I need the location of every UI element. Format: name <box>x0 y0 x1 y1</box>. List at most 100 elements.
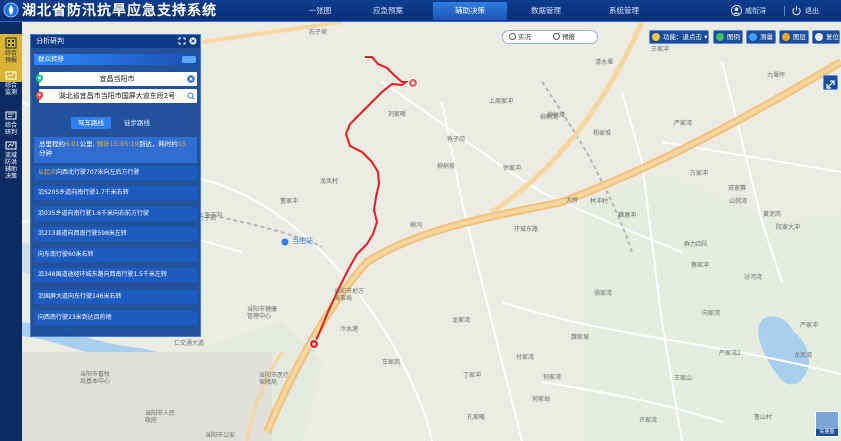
route-step[interactable]: 沿S205乡道向南行驶1.7千米右转 <box>34 186 197 200</box>
map-label: 双家赛 <box>728 185 747 192</box>
map-label: 严家湾 <box>674 120 693 127</box>
route-step-text: 向东南行驶60米右转 <box>38 251 94 258</box>
map-label: 当阳市人民政府 <box>145 410 176 424</box>
analysis-icon <box>5 111 17 120</box>
logout-button[interactable]: 退出 <box>805 3 819 19</box>
map-label: 王家山 <box>674 375 693 382</box>
map-label: 付家湾 <box>516 354 535 361</box>
destination-value: 湖北省宜昌市当阳市国屏大道东段2号 <box>58 92 176 100</box>
destination-field[interactable]: 湖北省宜昌市当阳市国屏大道东段2号 <box>35 89 197 103</box>
map-label: 孔家畈 <box>467 414 486 421</box>
power-icon[interactable] <box>791 5 802 16</box>
top-header: 湖北省防汛抗旱应急支持系统 一张图 应急预案 辅助决策 数据管理 系统管理 威衔… <box>0 0 841 22</box>
map-label: 骆家湾 <box>594 290 613 297</box>
sidebar-item-decision[interactable]: 流域防洪辅助决策 <box>0 138 22 204</box>
map-label: 蔡家冲 <box>691 262 710 269</box>
basemap-label: 矢量图 <box>816 429 838 436</box>
legend-icon <box>716 33 724 41</box>
map-label: 严家冲 <box>800 322 819 329</box>
section-header: 群众转移 <box>34 54 199 65</box>
measure-label: 测量 <box>760 33 773 41</box>
map-label: 藕塘冲 <box>618 212 637 219</box>
map-label: 丁家冲 <box>463 372 482 379</box>
tab-data-management[interactable]: 数据管理 <box>520 2 572 20</box>
route-step[interactable]: 向东南行驶60米右转 <box>34 248 197 262</box>
route-step-text: 沿S205乡道向南行驶1.7千米右转 <box>38 189 129 196</box>
radio-live[interactable]: 实况 <box>509 33 531 42</box>
route-step[interactable]: 向西南行驶23米到达目的地 <box>34 311 197 325</box>
summary-eta: 预计15:05:19 <box>96 140 139 148</box>
analysis-panel: 分析研判 群众转移 宜昌当阳市 湖北省宜昌市当阳市国屏大道东段2号 驾车路线 徒… <box>30 34 201 337</box>
map-label: 刘家畈 <box>388 111 407 118</box>
tab-decision-support[interactable]: 辅助决策 <box>433 2 507 20</box>
sidebar-item-label: 综合研判 <box>4 122 17 136</box>
expand-icon[interactable] <box>178 37 186 45</box>
map-label: 董家冲 <box>280 198 299 205</box>
tab-map-overview[interactable]: 一张图 <box>300 2 340 20</box>
radio-label: 预报 <box>562 33 575 41</box>
function-select-button[interactable]: 功能：退点击 ▾ <box>649 30 709 44</box>
route-step[interactable]: 沿035乡道向南行驶1.6千米向右前方行驶 <box>34 207 197 221</box>
radio-label: 实况 <box>518 33 531 41</box>
map-label: 龙凤村 <box>320 178 339 185</box>
user-name[interactable]: 威衔浔 <box>745 3 766 19</box>
route-step-text: 沿348国道途经环城东路向西南行驶1.5千米左转 <box>38 271 167 278</box>
route-step[interactable]: 沿348国道途经环城东路向西南行驶1.5千米左转 <box>34 268 197 282</box>
monitor-icon <box>5 71 17 80</box>
reset-button[interactable]: 复位 <box>812 30 840 44</box>
tab-walking-route[interactable]: 徒步路线 <box>117 117 157 129</box>
map-label: 龙凤湾 <box>794 352 813 359</box>
header-divider <box>784 6 785 16</box>
search-icon[interactable] <box>187 92 195 100</box>
function-icon <box>652 33 660 41</box>
route-step-text: 向西南行驶23米到达目的地 <box>38 314 112 321</box>
map-label: 冷水港 <box>340 326 359 333</box>
route-step[interactable]: 从起点向西北行驶707米向左后方行驶 <box>34 166 197 180</box>
close-icon[interactable] <box>189 37 197 45</box>
radio-forecast[interactable]: 预报 <box>553 33 575 42</box>
radio-icon <box>553 33 560 40</box>
map-label: 石子坡 <box>309 29 328 36</box>
route-step-text: 沿035乡道向南行驶1.6千米向右前方行驶 <box>38 210 149 217</box>
tab-emergency-plan[interactable]: 应急预案 <box>362 2 414 20</box>
map-label: 当阳市公安 <box>205 432 236 439</box>
map-label: 林冲村 <box>590 198 609 205</box>
layers-button[interactable]: 图层 <box>779 30 809 44</box>
map-label: 鲁山村 <box>754 414 773 421</box>
section-title: 群众转移 <box>38 55 64 63</box>
route-step-text: 沿213县道向西南行驶598米左转 <box>38 230 127 237</box>
decision-icon <box>5 141 17 150</box>
map-label: 王家冲 <box>651 46 670 53</box>
tab-system-management[interactable]: 系统管理 <box>598 2 650 20</box>
route-step[interactable]: 沿213县道向西南行驶598米左转 <box>34 227 197 241</box>
map-label: 向家湾 <box>702 310 721 317</box>
summary-prefix: 总里程约 <box>39 140 65 148</box>
radio-icon <box>509 33 516 40</box>
map-label: 徐家冲 <box>503 165 522 172</box>
map-label: 柳树垭 <box>547 112 566 119</box>
ruler-icon <box>749 33 757 41</box>
sidebar-item-label: 综合监测 <box>4 82 17 96</box>
clear-icon[interactable] <box>187 75 195 83</box>
origin-field[interactable]: 宜昌当阳市 <box>35 72 197 86</box>
basemap-switcher[interactable]: 矢量图 <box>815 411 839 437</box>
route-step[interactable]: 沿国屏大道向东行驶146米右转 <box>34 290 197 304</box>
legend-button[interactable]: 图例 <box>713 30 743 44</box>
sidebar-item-label: 流域防洪辅助决策 <box>4 152 17 180</box>
measure-button[interactable]: 测量 <box>746 30 776 44</box>
logo-icon <box>3 2 19 18</box>
map-label: 汾河湾 <box>744 274 763 281</box>
map-label: 方家冲 <box>690 170 709 177</box>
map-label: 车家岗 <box>382 359 401 366</box>
map-label: 当阳市地方海事局 <box>334 288 365 302</box>
section-toggle[interactable] <box>182 56 196 63</box>
layers-icon <box>782 33 790 41</box>
tab-driving-route[interactable]: 驾车路线 <box>71 117 111 129</box>
summary-distance: 6.01 <box>65 140 80 148</box>
legend-label: 图例 <box>727 33 740 41</box>
map-label: 当阳市医疗保障局 <box>259 372 290 386</box>
map-label: 杨家堆 <box>593 130 612 137</box>
fullscreen-button[interactable] <box>823 75 838 90</box>
user-icon[interactable] <box>731 5 742 16</box>
map-label-station: 当阳站 <box>292 237 313 245</box>
